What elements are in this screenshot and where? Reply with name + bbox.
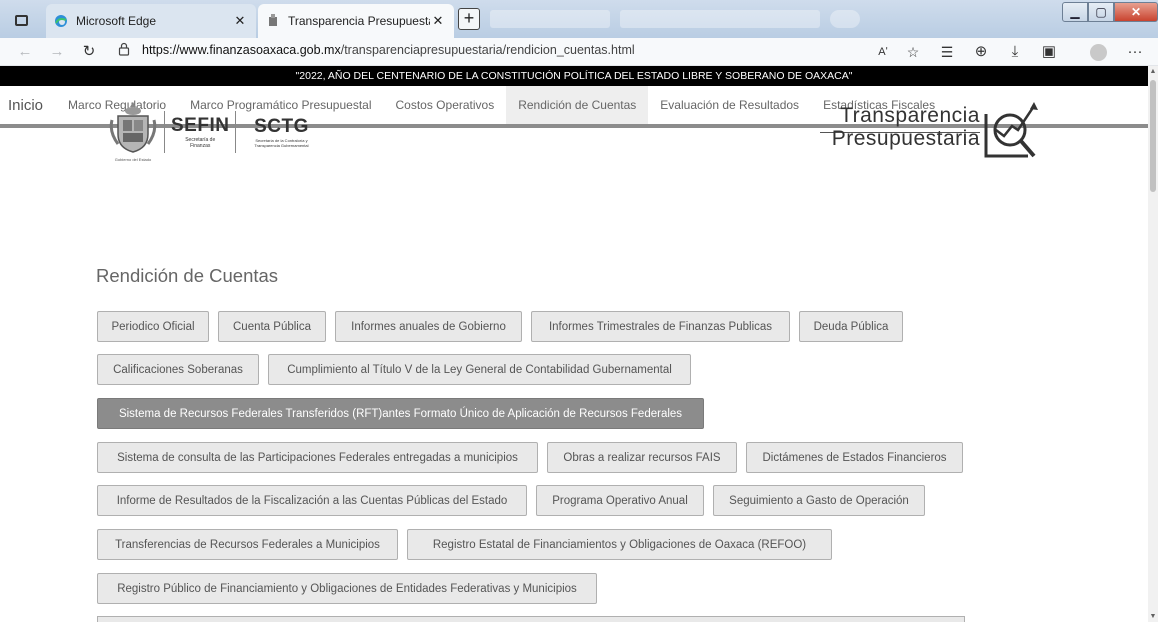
address-bar-row: ← → ↻ https://www.finanzasoaxaca.gob.mx/… xyxy=(0,38,1158,66)
button-informe-fiscalizacion[interactable]: Informe de Resultados de la Fiscalizació… xyxy=(97,485,527,516)
sctg-sub: Secretaría de la Contraloría y Transpare… xyxy=(254,138,309,148)
tab-label: Microsoft Edge xyxy=(76,14,157,28)
edge-logo-icon xyxy=(54,14,68,28)
maximize-icon[interactable]: ▢ xyxy=(1088,2,1114,22)
page-title: Rendición de Cuentas xyxy=(96,265,279,286)
button-programa-operativo[interactable]: Programa Operativo Anual xyxy=(536,485,704,516)
url-path: /transparenciapresupuestaria/rendicion_c… xyxy=(340,43,635,57)
sefin-sub2: Finanzas xyxy=(190,143,211,149)
window-controls: ▁ ▢ ✕ xyxy=(1062,2,1158,22)
url-input[interactable]: https://www.finanzasoaxaca.gob.mx/transp… xyxy=(142,43,635,57)
top-banner: "2022, AÑO DEL CENTENARIO DE LA CONSTITU… xyxy=(0,66,1148,86)
button-participaciones-municipios[interactable]: Sistema de consulta de las Participacion… xyxy=(97,442,538,473)
tab-transparencia[interactable]: Transparencia Presupuestaria - R ✕ xyxy=(258,4,454,38)
tab-close-icon[interactable]: ✕ xyxy=(430,13,446,29)
logo-presupuestaria-text: Presupuestaria xyxy=(831,127,980,150)
sctg-logo: SCTG Secretaría de la Contraloría y Tran… xyxy=(242,116,320,148)
button-cumplimiento-titulo-v[interactable]: Cumplimiento al Título V de la Ley Gener… xyxy=(268,354,691,385)
button-informes-anuales[interactable]: Informes anuales de Gobierno xyxy=(335,311,522,342)
browser-titlebar: Microsoft Edge ✕ Transparencia Presupues… xyxy=(0,0,1158,38)
forward-icon[interactable]: → xyxy=(46,41,68,63)
crest-favicon-icon xyxy=(266,14,280,28)
background-tab[interactable] xyxy=(620,10,820,28)
button-refoo[interactable]: Registro Estatal de Financiamientos y Ob… xyxy=(407,529,832,560)
sefin-logo: SEFIN Secretaría de Finanzas xyxy=(171,115,229,149)
profile-avatar[interactable] xyxy=(1090,44,1107,61)
government-logos[interactable]: Gobierno del Estado SEFIN Secretaría de … xyxy=(108,97,320,167)
nav-evaluacion-resultados[interactable]: Evaluación de Resultados xyxy=(648,86,811,124)
button-transferencias-municipios[interactable]: Transferencias de Recursos Federales a M… xyxy=(97,529,398,560)
sctg-title: SCTG xyxy=(254,116,309,137)
logo-divider xyxy=(235,111,237,153)
tab-actions-icon[interactable] xyxy=(8,9,34,31)
button-calificaciones-soberanas[interactable]: Calificaciones Soberanas xyxy=(97,354,259,385)
magnifier-chart-icon xyxy=(984,102,1038,158)
page-content: "2022, AÑO DEL CENTENARIO DE LA CONSTITU… xyxy=(0,66,1148,622)
minimize-icon[interactable]: ▁ xyxy=(1062,2,1088,22)
downloads-icon[interactable]: ⤓ xyxy=(1004,41,1026,63)
button-cuenta-publica[interactable]: Cuenta Pública xyxy=(218,311,326,342)
button-sistema-rft[interactable]: Sistema de Recursos Federales Transferid… xyxy=(97,398,704,429)
tab-close-icon[interactable]: ✕ xyxy=(232,13,248,29)
add-favorite-icon[interactable]: ☆ xyxy=(902,41,924,63)
refresh-icon[interactable]: ↻ xyxy=(78,41,100,63)
button-obras-fais[interactable]: Obras a realizar recursos FAIS xyxy=(547,442,737,473)
logo-divider xyxy=(164,111,165,153)
new-tab-button[interactable]: + xyxy=(458,8,480,30)
button-deuda-publica[interactable]: Deuda Pública xyxy=(799,311,903,342)
lock-icon[interactable] xyxy=(118,42,130,59)
scroll-up-icon[interactable]: ▲ xyxy=(1148,68,1158,75)
background-tab[interactable] xyxy=(830,10,860,28)
sefin-title: SEFIN xyxy=(171,115,230,136)
page-scrollbar[interactable]: ▲ ▼ xyxy=(1148,66,1158,622)
nav-inicio[interactable]: Inicio xyxy=(0,86,56,124)
nav-costos-operativos[interactable]: Costos Operativos xyxy=(384,86,507,124)
nav-rendicion-cuentas[interactable]: Rendición de Cuentas xyxy=(506,86,649,124)
back-icon[interactable]: ← xyxy=(14,41,36,63)
button-informes-trimestrales[interactable]: Informes Trimestrales de Finanzas Public… xyxy=(531,311,790,342)
close-window-icon[interactable]: ✕ xyxy=(1114,2,1158,22)
button-periodico-oficial[interactable]: Periodico Oficial xyxy=(97,311,209,342)
oaxaca-crest-logo: Gobierno del Estado xyxy=(108,100,158,164)
transparencia-presupuestaria-logo[interactable]: Transparencia Presupuestaria xyxy=(800,96,1058,164)
browser-essentials-icon[interactable]: ▣ xyxy=(1038,41,1060,63)
background-tab[interactable] xyxy=(490,10,610,28)
tab-microsoft-edge[interactable]: Microsoft Edge ✕ xyxy=(46,4,256,38)
logo-transparencia-text: Transparencia xyxy=(840,104,980,127)
read-aloud-icon[interactable]: Aʹ xyxy=(872,41,894,63)
scrollbar-thumb[interactable] xyxy=(1150,80,1156,192)
more-menu-icon[interactable]: ··· xyxy=(1124,41,1146,63)
tab-label: Transparencia Presupuestaria - R xyxy=(288,14,430,28)
scroll-down-icon[interactable]: ▼ xyxy=(1148,613,1158,620)
url-host: https://www.finanzasoaxaca.gob.mx xyxy=(142,43,341,57)
partially-visible-button[interactable] xyxy=(97,616,965,622)
button-dictamenes[interactable]: Dictámenes de Estados Financieros xyxy=(746,442,963,473)
button-registro-publico[interactable]: Registro Público de Financiamiento y Obl… xyxy=(97,573,597,604)
collections-icon[interactable]: ⊕ xyxy=(970,41,992,63)
gobierno-text: Gobierno del Estado xyxy=(114,157,152,162)
favorites-icon[interactable]: ☰ xyxy=(936,41,958,63)
button-seguimiento-gasto[interactable]: Seguimiento a Gasto de Operación xyxy=(713,485,925,516)
